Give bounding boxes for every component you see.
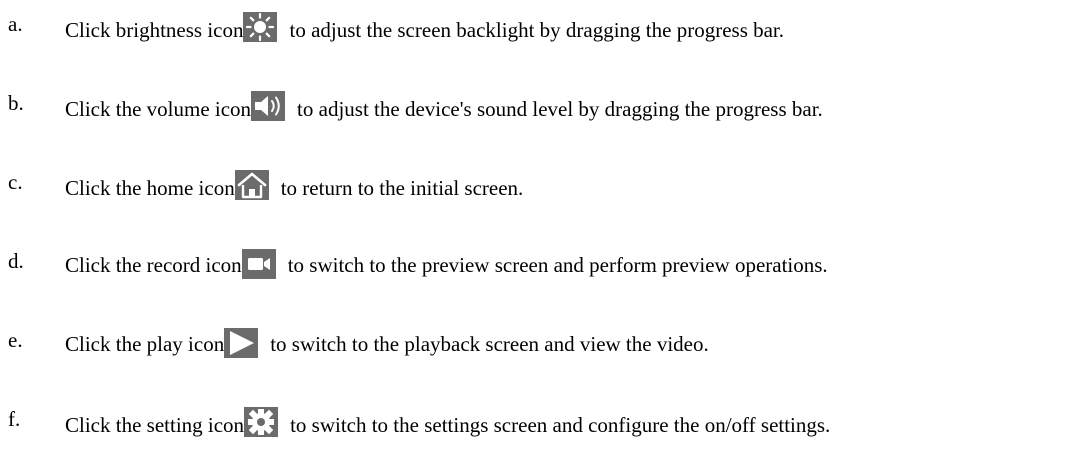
text-after: to switch to the playback screen and vie…: [270, 332, 709, 356]
list-item-text: Click the volume icon to adjust the devi…: [65, 91, 823, 121]
volume-icon: [251, 91, 286, 121]
text-before: Click the home icon: [65, 176, 235, 200]
text-before: Click the record icon: [65, 253, 242, 277]
list-item-text: Click the play icon to switch to the pla…: [65, 328, 709, 358]
text-before: Click the setting icon: [65, 413, 245, 437]
list-marker: f.: [8, 407, 21, 431]
list-item-brightness: a. Click brightness icon to adjust the s…: [0, 0, 1084, 42]
home-icon: [234, 170, 269, 200]
text-after: to adjust the device's sound level by dr…: [297, 97, 823, 121]
list-item-text: Click the record icon to switch to the p…: [65, 249, 828, 279]
list-item-volume: b. Click the volume icon to adjust the d…: [0, 79, 1084, 121]
list-marker: c.: [8, 170, 23, 194]
list-item-play: e. Click the play icon to switch to the …: [0, 316, 1084, 358]
text-before: Click the play icon: [65, 332, 225, 356]
record-icon: [241, 249, 276, 279]
list-marker: b.: [8, 91, 24, 115]
list-item-text: Click brightness icon to adjust the scre…: [65, 12, 784, 42]
list-item-text: Click the setting icon to switch to the …: [65, 407, 830, 437]
text-after: to switch to the preview screen and perf…: [287, 253, 828, 277]
text-before: Click the volume icon: [65, 97, 252, 121]
text-after: to switch to the settings screen and con…: [290, 413, 831, 437]
text-after: to adjust the screen backlight by draggi…: [289, 18, 785, 42]
text-before: Click brightness icon: [65, 18, 244, 42]
list-item-record: d. Click the record icon to switch to th…: [0, 237, 1084, 279]
list-marker: a.: [8, 12, 23, 36]
brightness-icon: [243, 12, 278, 42]
list-item-home: c. Click the home icon to return to the …: [0, 158, 1084, 200]
instruction-list: a. Click brightness icon to adjust the s…: [0, 0, 1084, 474]
list-item-text: Click the home icon to return to the ini…: [65, 170, 523, 200]
list-marker: d.: [8, 249, 24, 273]
text-after: to return to the initial screen.: [280, 176, 524, 200]
list-item-setting: f. Click the setting icon to switch to t…: [0, 395, 1084, 437]
play-icon: [224, 328, 259, 358]
list-marker: e.: [8, 328, 23, 352]
setting-icon: [244, 407, 279, 437]
